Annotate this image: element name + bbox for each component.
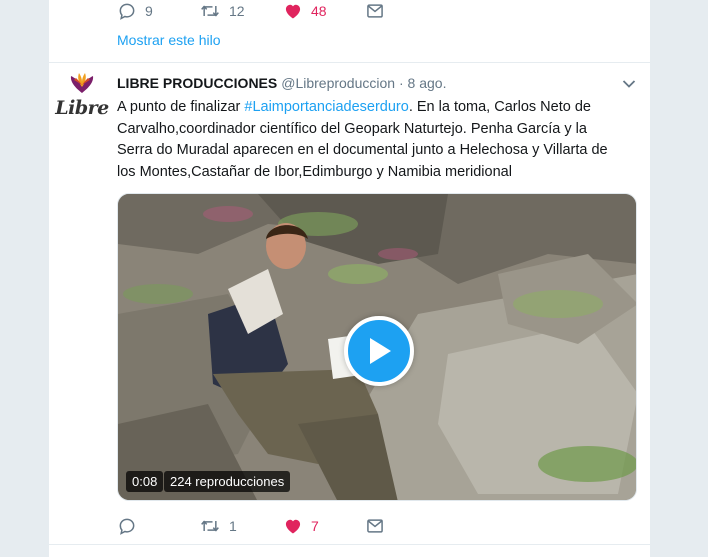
retweet-icon bbox=[201, 520, 219, 532]
brand-logo-icon bbox=[70, 73, 94, 93]
tweet-text: A punto de finalizar #Laimportanciadeser… bbox=[117, 97, 622, 183]
like-count: 7 bbox=[311, 518, 319, 534]
like-button[interactable]: 7 bbox=[283, 515, 319, 537]
avatar[interactable]: Libre bbox=[55, 71, 109, 133]
retweet-count: 1 bbox=[229, 518, 237, 534]
chevron-down-icon bbox=[622, 80, 636, 88]
reply-button[interactable] bbox=[117, 515, 145, 537]
tweet-actions: 1 7 bbox=[117, 515, 637, 537]
tweet-text-start: A punto de finalizar bbox=[117, 99, 245, 115]
like-count: 48 bbox=[311, 3, 327, 19]
reply-icon bbox=[119, 3, 135, 20]
video-player[interactable]: 0:08 224 reproducciones bbox=[117, 193, 637, 501]
tweet-options-button[interactable] bbox=[622, 79, 636, 89]
avatar-brand-text: Libre bbox=[55, 97, 109, 119]
play-button[interactable] bbox=[344, 316, 414, 386]
message-icon bbox=[367, 519, 383, 533]
reply-icon bbox=[119, 518, 135, 535]
tweet-timestamp[interactable]: 8 ago. bbox=[408, 75, 447, 91]
timeline-column: 9 12 48 Mostrar este hilo Libre LIBRE PR… bbox=[48, 0, 651, 557]
retweet-button[interactable]: 12 bbox=[199, 0, 245, 22]
tweet-header: LIBRE PRODUCCIONES @Libreproduccion · 8 a… bbox=[117, 75, 446, 91]
like-button[interactable]: 48 bbox=[283, 0, 327, 22]
video-duration: 0:08 bbox=[126, 471, 164, 492]
direct-message-button[interactable] bbox=[365, 0, 385, 22]
direct-message-button[interactable] bbox=[365, 515, 385, 537]
message-icon bbox=[367, 4, 383, 18]
author-handle[interactable]: @Libreproduccion bbox=[281, 75, 395, 91]
author-name[interactable]: LIBRE PRODUCCIONES bbox=[117, 75, 277, 91]
tweet-divider bbox=[49, 544, 650, 545]
reply-count: 9 bbox=[145, 3, 153, 19]
show-thread-link[interactable]: Mostrar este hilo bbox=[117, 32, 220, 48]
heart-icon bbox=[285, 519, 301, 534]
previous-tweet-actions: 9 12 48 bbox=[117, 0, 637, 22]
retweet-icon bbox=[201, 5, 219, 17]
play-icon bbox=[370, 338, 391, 364]
retweet-count: 12 bbox=[229, 3, 245, 19]
tweet[interactable]: Libre LIBRE PRODUCCIONES @Libreproduccion… bbox=[49, 63, 650, 557]
hashtag-link[interactable]: #Laimportanciadeserduro bbox=[244, 99, 408, 115]
retweet-button[interactable]: 1 bbox=[199, 515, 237, 537]
separator-dot: · bbox=[398, 75, 404, 91]
video-view-count: 224 reproducciones bbox=[164, 471, 291, 492]
reply-button[interactable]: 9 bbox=[117, 0, 153, 22]
heart-icon bbox=[285, 4, 301, 19]
